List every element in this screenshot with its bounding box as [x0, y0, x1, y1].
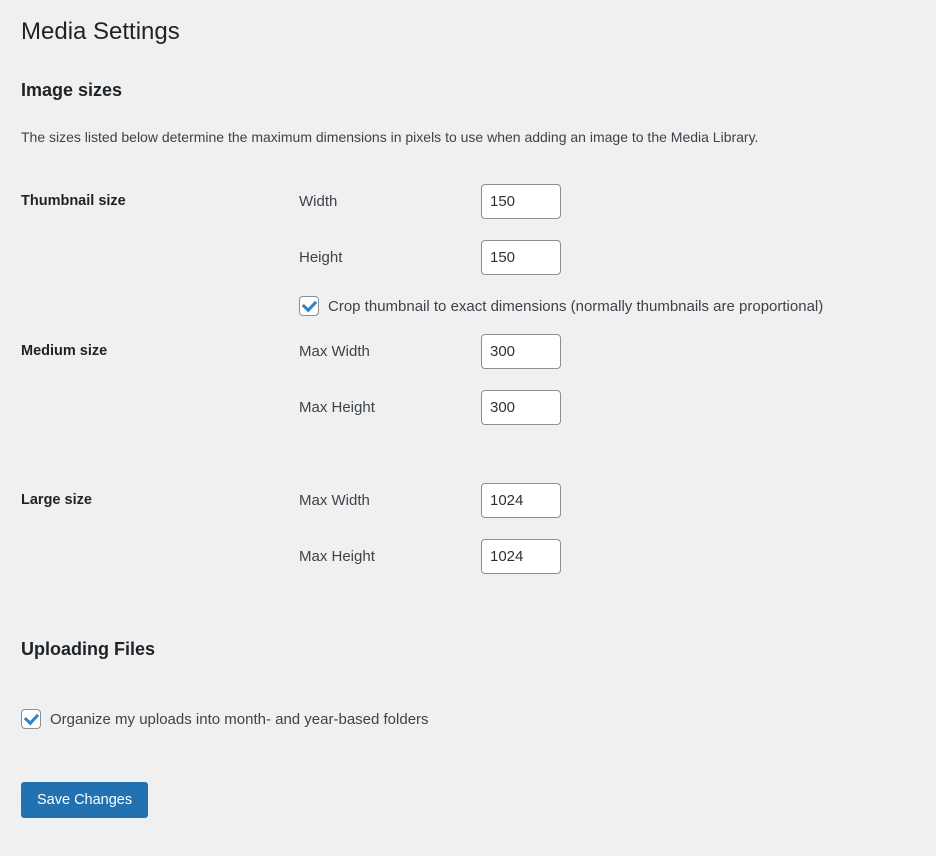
medium-size-label: Medium size — [21, 343, 108, 360]
thumbnail-width-input[interactable] — [481, 184, 561, 220]
uploading-files-heading: Uploading Files — [21, 639, 156, 660]
medium-max-width-input[interactable] — [481, 334, 561, 370]
image-sizes-description: The sizes listed below determine the max… — [21, 129, 759, 146]
large-max-width-input[interactable] — [481, 483, 561, 519]
page-title: Media Settings — [21, 18, 180, 45]
large-max-height-row: Max Height — [299, 539, 915, 575]
medium-max-height-input[interactable] — [481, 390, 561, 426]
large-max-height-label: Max Height — [299, 548, 375, 566]
medium-max-width-label: Max Width — [299, 343, 370, 361]
thumbnail-width-label: Width — [299, 193, 338, 211]
thumbnail-height-input[interactable] — [481, 240, 561, 276]
crop-thumbnail-checkbox[interactable] — [299, 296, 319, 317]
medium-max-height-row: Max Height — [299, 390, 915, 426]
large-max-width-row: Max Width — [299, 483, 915, 519]
large-size-fields: Max Width Max Height — [299, 483, 915, 595]
save-row: Save Changes — [21, 782, 915, 819]
save-changes-button[interactable]: Save Changes — [21, 782, 149, 819]
crop-thumbnail-row: Crop thumbnail to exact dimensions (norm… — [299, 296, 915, 317]
thumbnail-size-section: Thumbnail size Width Height Crop thumbna… — [21, 184, 915, 317]
medium-size-fields: Max Width Max Height — [299, 334, 915, 446]
medium-size-section: Medium size Max Width Max Height — [21, 334, 915, 446]
medium-max-height-label: Max Height — [299, 399, 375, 417]
medium-max-width-row: Max Width — [299, 334, 915, 370]
organize-uploads-label: Organize my uploads into month- and year… — [50, 710, 429, 728]
media-settings-page: Media Settings Image sizes The sizes lis… — [0, 0, 936, 819]
crop-thumbnail-label: Crop thumbnail to exact dimensions (norm… — [328, 297, 824, 315]
thumbnail-width-row: Width — [299, 184, 915, 220]
large-size-section: Large size Max Width Max Height — [21, 483, 915, 595]
organize-uploads-checkbox[interactable] — [21, 709, 41, 730]
organize-uploads-row: Organize my uploads into month- and year… — [21, 709, 915, 730]
large-max-height-input[interactable] — [481, 539, 561, 575]
large-size-label: Large size — [21, 492, 92, 509]
thumbnail-size-label: Thumbnail size — [21, 193, 126, 210]
large-max-width-label: Max Width — [299, 492, 370, 510]
thumbnail-height-label: Height — [299, 249, 343, 267]
thumbnail-height-row: Height — [299, 240, 915, 276]
thumbnail-size-fields: Width Height Crop thumbnail to exact dim… — [299, 184, 915, 317]
image-sizes-heading: Image sizes — [21, 80, 123, 101]
